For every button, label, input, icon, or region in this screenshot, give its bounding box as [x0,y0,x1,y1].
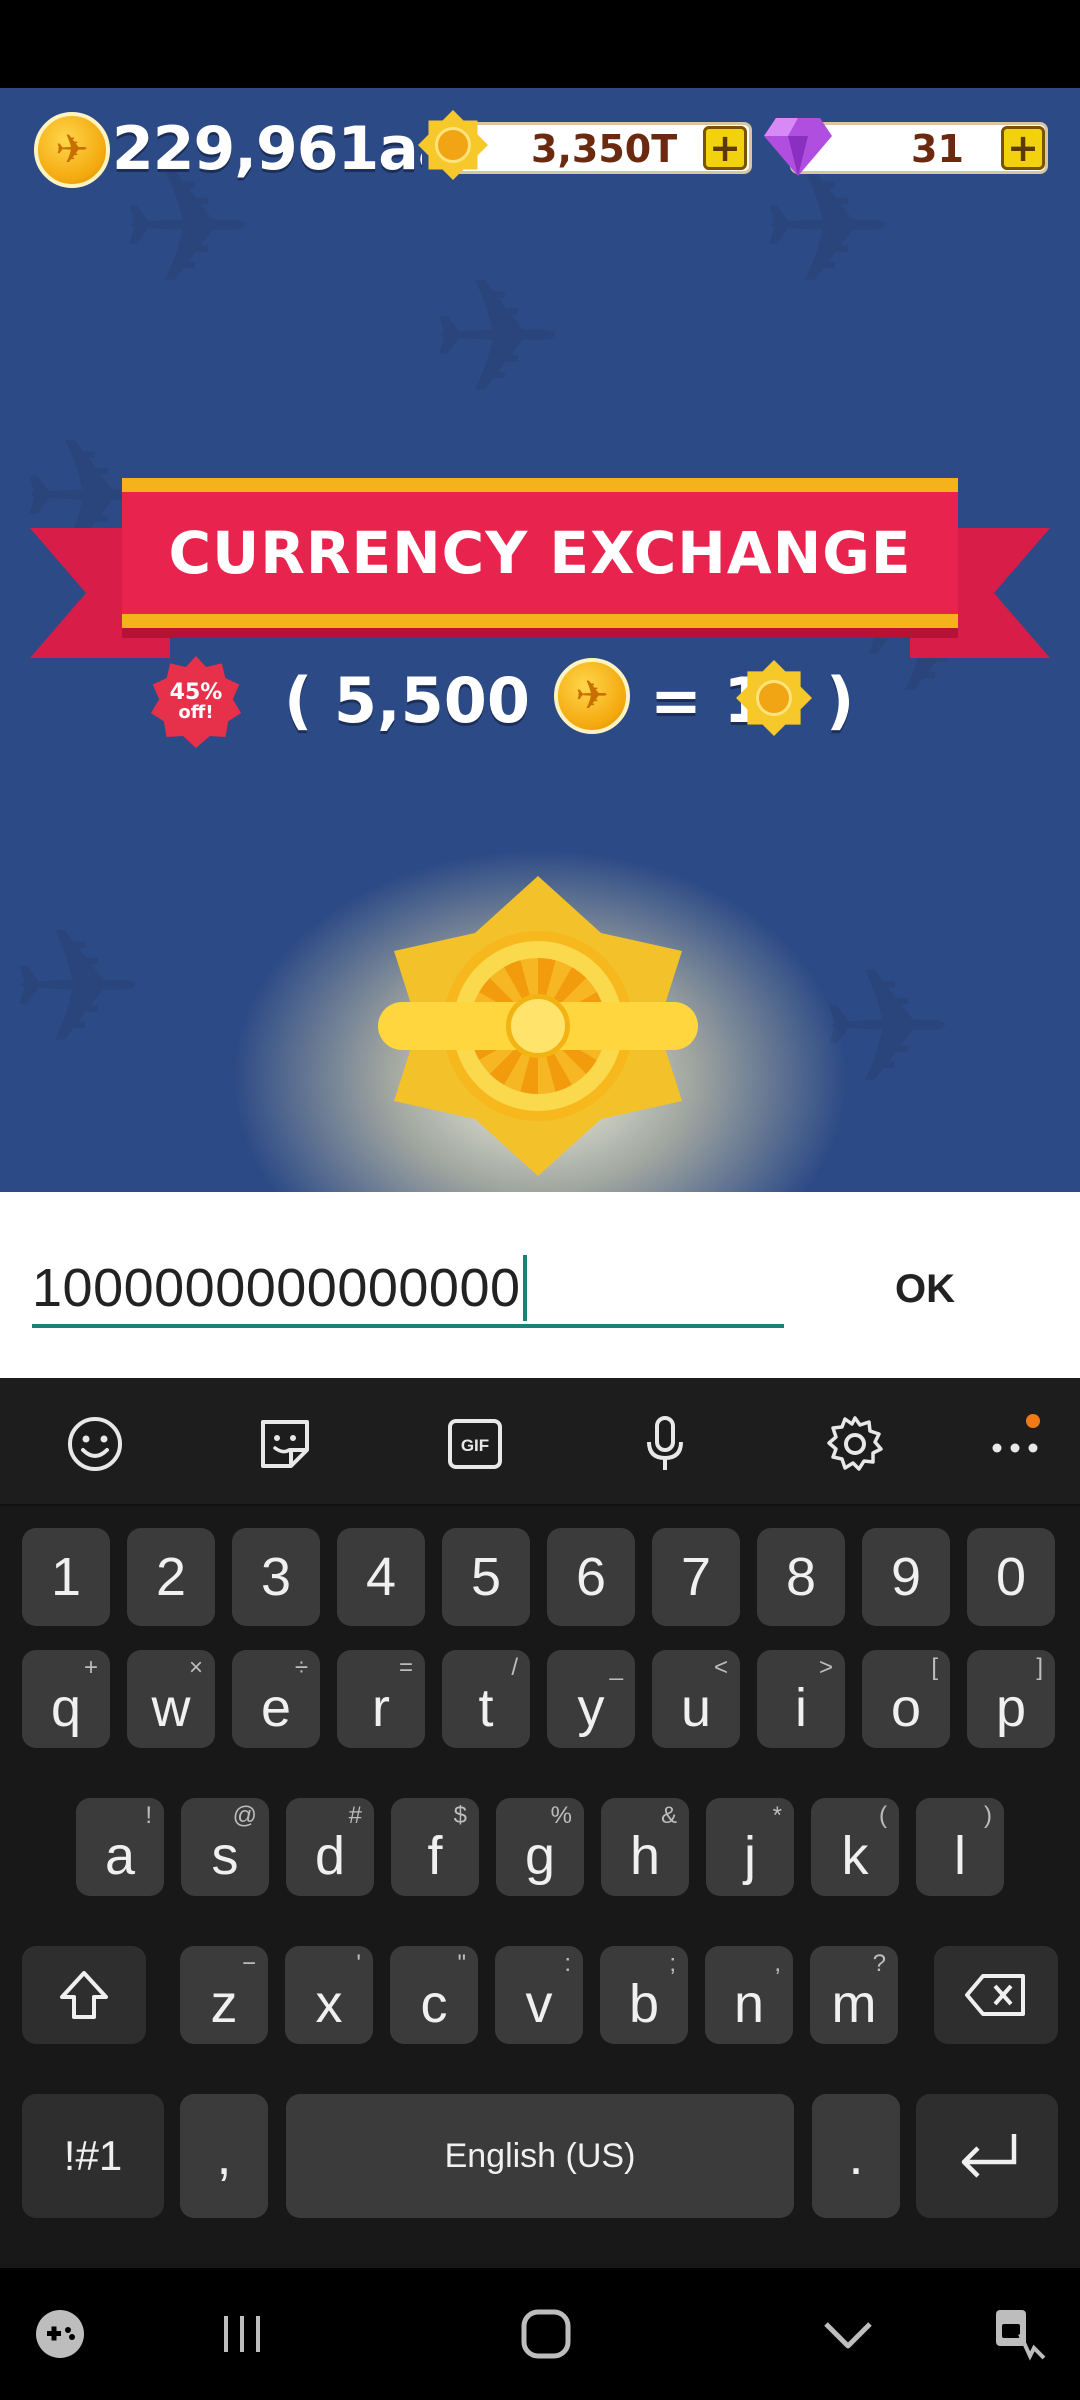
key-6[interactable]: 6 [547,1528,635,1626]
shift-key[interactable] [22,1946,146,2044]
keyboard: GIF !#1 , English (US) . 1 2 3 4 5 6 7 8… [0,1378,1080,2268]
key-1[interactable]: 1 [22,1528,110,1626]
key-5[interactable]: 5 [442,1528,530,1626]
key-t[interactable]: / t [442,1650,530,1748]
add-medals-button[interactable]: + [703,126,747,170]
key-f[interactable]: $ f [391,1798,479,1896]
banner-title: CURRENCY EXCHANGE [168,519,912,587]
amount-dialog: 1000000000000000 OK [0,1192,1080,1378]
key-i[interactable]: > i [757,1650,845,1748]
gif-label: GIF [461,1436,489,1455]
key-m[interactable]: ? m [810,1946,898,2044]
key-2[interactable]: 2 [127,1528,215,1626]
period-key[interactable]: . [812,2094,900,2218]
key-j[interactable]: * j [706,1798,794,1896]
key-l[interactable]: ) l [916,1798,1004,1896]
emoji-icon[interactable] [63,1412,127,1476]
gold-coin-icon: ✈ [554,658,630,734]
recent-apps-icon[interactable] [206,2298,278,2370]
add-gems-button[interactable]: + [1001,126,1045,170]
key-v[interactable]: :v [495,1946,583,2044]
home-icon[interactable] [510,2298,582,2370]
key-p[interactable]: ] p [967,1650,1055,1748]
key-4[interactable]: 4 [337,1528,425,1626]
game-area: ✈ ✈ ✈ ✈ ✈ ✈ ✈ ✈ 229,961aa 3,350T + 31 + [0,88,1080,1192]
backspace-icon [965,1974,1025,2016]
discount-badge: 45% off! [150,656,242,748]
key-7[interactable]: 7 [652,1528,740,1626]
medal-amount: 3,350T [531,127,678,171]
status-bar [0,0,1080,88]
sticker-icon[interactable] [253,1412,317,1476]
rate-coin-amount: ( 5,500 [284,664,531,737]
key-r[interactable]: = r [337,1650,425,1748]
key-8[interactable]: 8 [757,1528,845,1626]
enter-key[interactable] [916,2094,1058,2218]
key-g[interactable]: % g [496,1798,584,1896]
navigation-bar [0,2268,1080,2400]
key-b[interactable]: ; b [600,1946,688,2044]
key-o[interactable]: [o [862,1650,950,1748]
medal-counter: 3,350T + [450,122,752,174]
symbols-key[interactable]: !#1 [22,2094,164,2218]
background-plane-icon: ✈ [430,244,565,431]
keyboard-toolbar: GIF [0,1378,1080,1506]
screen: ✈ ✈ ✈ ✈ ✈ ✈ ✈ ✈ 229,961aa 3,350T + 31 + [0,0,1080,2400]
key-9[interactable]: 9 [862,1528,950,1626]
key-u[interactable]: < u [652,1650,740,1748]
key-d[interactable]: # d [286,1798,374,1896]
gem-amount: 31 [911,127,964,171]
key-y[interactable]: _ y [547,1650,635,1748]
key-0[interactable]: 0 [967,1528,1055,1626]
exchange-rate: 45% off! ( 5,500 ✈ = 1 ) [150,656,930,756]
microphone-icon[interactable] [633,1412,697,1476]
settings-icon[interactable] [823,1412,887,1476]
medal-icon [418,110,488,180]
rate-close: ) [826,664,855,737]
comma-key[interactable]: , [180,2094,268,2218]
gold-amount: 229,961aa [112,114,422,184]
key-3[interactable]: 3 [232,1528,320,1626]
text-cursor [522,1255,527,1321]
key-c[interactable]: " c [390,1946,478,2044]
key-n[interactable]: ,n [705,1946,793,2044]
ok-button[interactable]: OK [860,1254,990,1324]
medal-icon [736,660,812,736]
space-bar[interactable]: English (US) [286,2094,794,2218]
shift-icon [60,1971,108,2019]
gem-icon [762,114,834,178]
key-e[interactable]: ÷ e [232,1650,320,1748]
key-z[interactable]: − z [180,1946,268,2044]
backspace-key[interactable] [934,1946,1058,2044]
keyboard-switch-icon[interactable] [984,2298,1056,2370]
notification-dot [1026,1414,1040,1428]
background-plane-icon: ✈ [10,894,145,1081]
key-w[interactable]: × w [127,1650,215,1748]
big-medal-icon [378,876,698,1176]
key-k[interactable]: (k [811,1798,899,1896]
key-h[interactable]: & h [601,1798,689,1896]
gold-coin-icon: ✈ [34,112,110,188]
key-q[interactable]: + q [22,1650,110,1748]
hide-keyboard-icon[interactable] [812,2298,884,2370]
game-tools-icon[interactable] [24,2298,96,2370]
enter-icon [961,2134,1017,2178]
key-x[interactable]: ' x [285,1946,373,2044]
gif-icon[interactable]: GIF [443,1412,507,1476]
key-s[interactable]: @ s [181,1798,269,1896]
amount-input[interactable]: 1000000000000000 [32,1252,784,1328]
key-a[interactable]: ! a [76,1798,164,1896]
